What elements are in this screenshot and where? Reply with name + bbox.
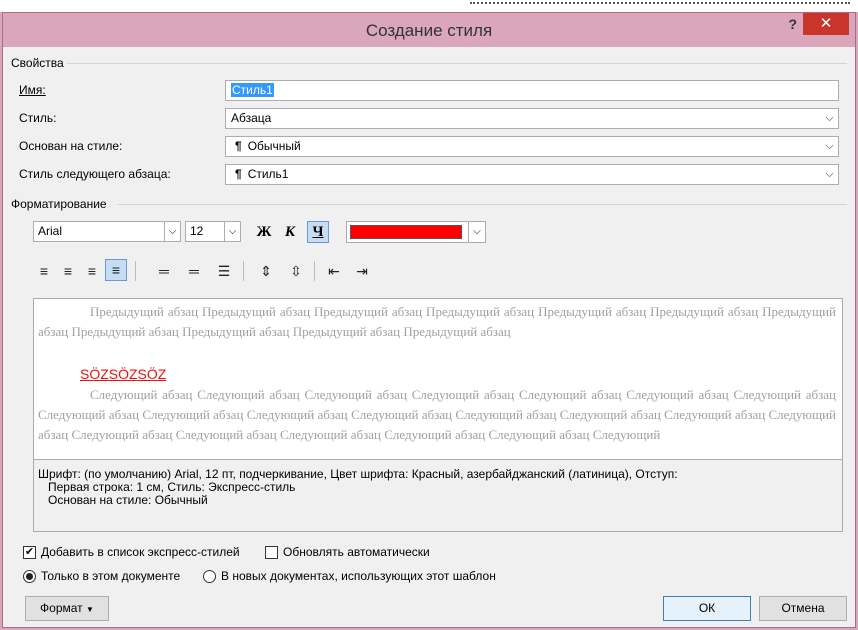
chevron-down-icon[interactable]: ⌵ <box>224 222 240 241</box>
next-style-select[interactable]: ¶ Стиль1 ⌵ <box>225 164 839 185</box>
double-spacing-icon[interactable]: ☰ <box>213 260 235 282</box>
dialog-title: Создание стиля <box>365 21 493 40</box>
underline-button[interactable]: Ч <box>307 221 329 243</box>
next-style-value: Стиль1 <box>247 167 289 181</box>
auto-update-checkbox[interactable]: Обновлять автоматически <box>265 545 430 559</box>
next-style-label: Стиль следующего абзаца: <box>19 167 171 181</box>
cancel-button[interactable]: Отмена <box>759 596 847 621</box>
preview-previous-paragraph: Предыдущий абзац Предыдущий абзац Предыд… <box>38 304 836 339</box>
style-preview: Предыдущий абзац Предыдущий абзац Предыд… <box>33 298 843 460</box>
name-label: Имя: <box>19 83 46 97</box>
italic-button[interactable]: К <box>279 221 301 243</box>
properties-divider <box>67 63 847 64</box>
style-type-label: Стиль: <box>19 111 57 125</box>
help-button[interactable]: ? <box>788 16 797 32</box>
description-line: Основан на стиле: Обычный <box>48 493 208 507</box>
chevron-down-icon[interactable]: ⌵ <box>821 109 838 128</box>
font-size-combo[interactable]: 12 ⌵ <box>185 221 241 242</box>
radio-button[interactable] <box>203 569 216 583</box>
decrease-indent-icon[interactable]: ⇤ <box>323 260 345 282</box>
chevron-down-icon[interactable]: ⌵ <box>821 165 838 184</box>
toolbar-separator <box>135 261 136 281</box>
create-style-dialog: Создание стиля ? ✕ Свойства Имя: Стиль1 … <box>2 12 856 628</box>
style-type-value: Абзаца <box>231 111 272 125</box>
chevron-down-icon[interactable]: ⌵ <box>821 137 838 156</box>
bold-button[interactable]: Ж <box>253 221 275 243</box>
only-this-document-radio[interactable]: Только в этом документе <box>23 569 180 583</box>
chevron-down-icon[interactable]: ⌵ <box>164 222 180 241</box>
title-bar: Создание стиля ? ✕ <box>3 13 855 47</box>
font-color-swatch <box>350 225 462 239</box>
align-left-icon[interactable]: ≡ <box>33 260 55 282</box>
checkbox-box[interactable]: ✔ <box>23 545 36 559</box>
based-on-select[interactable]: ¶ Обычный ⌵ <box>225 136 839 157</box>
preview-next-paragraph: Следующий абзац Следующий абзац Следующи… <box>38 387 836 442</box>
new-documents-label: В новых документах, использующих этот ша… <box>221 569 496 583</box>
based-on-label: Основан на стиле: <box>19 139 123 153</box>
based-on-value: Обычный <box>247 139 301 153</box>
paragraph-mark-icon: ¶ <box>235 167 242 181</box>
paragraph-mark-icon: ¶ <box>235 139 242 153</box>
close-button[interactable]: ✕ <box>803 13 849 35</box>
increase-indent-icon[interactable]: ⇥ <box>351 260 373 282</box>
align-right-icon[interactable]: ≡ <box>81 260 103 282</box>
increase-spacing-before-icon[interactable]: ⇕ <box>255 260 277 282</box>
style-type-select[interactable]: Абзаца ⌵ <box>225 108 839 129</box>
name-value: Стиль1 <box>231 83 274 97</box>
chevron-down-icon[interactable]: ⌵ <box>468 222 485 242</box>
formatting-divider <box>117 204 847 205</box>
font-size-value: 12 <box>190 224 204 238</box>
toolbar-separator <box>243 261 244 281</box>
new-documents-radio[interactable]: В новых документах, использующих этот ша… <box>203 569 496 583</box>
ok-button[interactable]: ОК <box>663 596 751 621</box>
font-color-combo[interactable]: ⌵ <box>346 221 486 243</box>
decrease-spacing-before-icon[interactable]: ⇳ <box>285 260 307 282</box>
only-this-document-label: Только в этом документе <box>41 569 181 583</box>
radio-button[interactable] <box>23 569 36 583</box>
formatting-section-label: Форматирование <box>11 197 107 211</box>
one-half-spacing-icon[interactable]: ═ <box>183 260 205 282</box>
single-spacing-icon[interactable]: ═ <box>153 260 175 282</box>
font-name-value: Arial <box>38 224 63 238</box>
add-to-quick-styles-checkbox[interactable]: ✔ Добавить в список экспресс-стилей <box>23 545 240 559</box>
auto-update-label: Обновлять автоматически <box>283 545 430 559</box>
name-input[interactable]: Стиль1 <box>225 80 839 101</box>
style-description: Шрифт: (по умолчанию) Arial, 12 пт, подч… <box>33 460 843 532</box>
caret-down-icon: ▼ <box>86 605 94 614</box>
format-menu-button[interactable]: Формат ▼ <box>25 596 109 621</box>
preview-sample-text: SÖZSÖZSÖZ <box>80 366 167 382</box>
properties-section-label: Свойства <box>11 56 64 70</box>
font-name-combo[interactable]: Arial ⌵ <box>33 221 181 242</box>
format-button-label: Формат <box>40 601 83 615</box>
toolbar-separator <box>314 261 315 281</box>
align-justify-icon[interactable]: ≡ <box>105 259 127 281</box>
checkbox-box[interactable] <box>265 545 278 559</box>
background-document <box>0 0 858 12</box>
align-center-icon[interactable]: ≡ <box>57 260 79 282</box>
add-to-quick-styles-label: Добавить в список экспресс-стилей <box>41 545 240 559</box>
